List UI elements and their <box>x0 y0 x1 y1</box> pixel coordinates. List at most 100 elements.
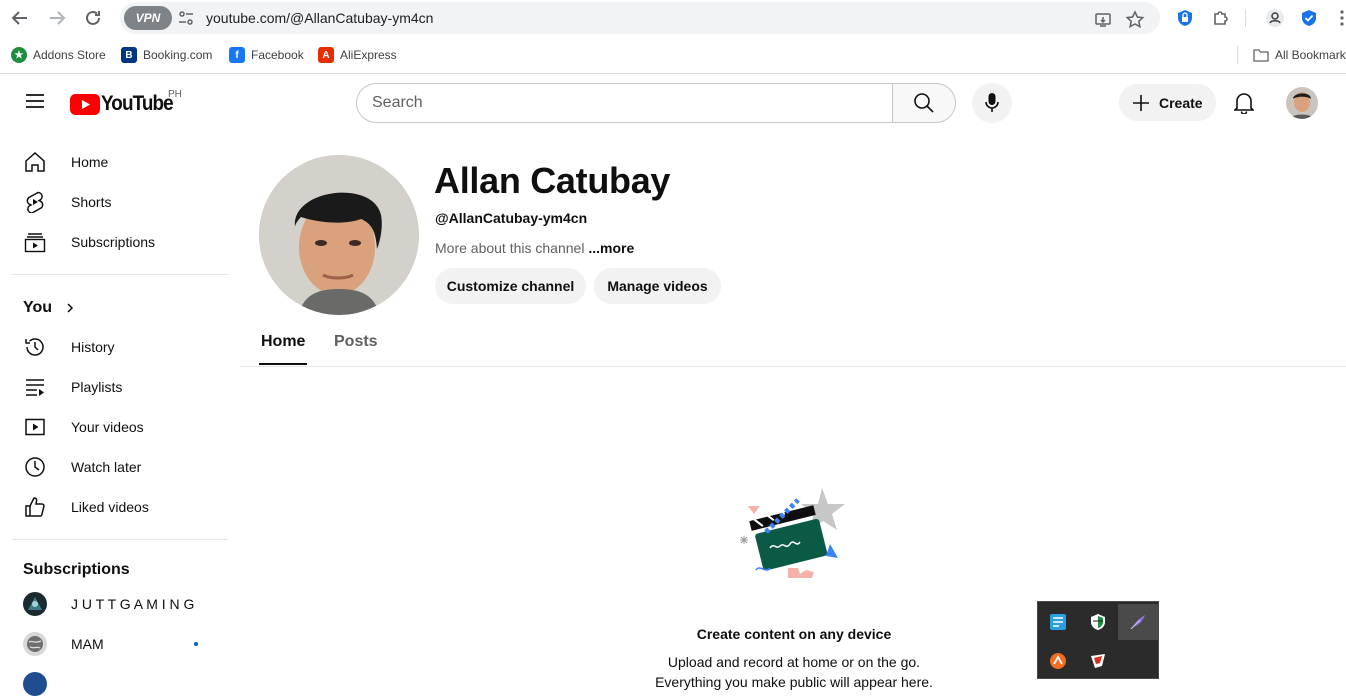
subscription-item-juttgaming[interactable]: J U T T G A M I N G <box>12 584 228 624</box>
back-arrow-icon <box>11 11 27 25</box>
sidebar-item-history[interactable]: History <box>12 327 228 367</box>
tab-home[interactable]: Home <box>261 333 305 351</box>
booking-icon: B <box>121 47 137 63</box>
reload-icon <box>86 10 100 25</box>
vpn-extension-icon[interactable] <box>1174 7 1196 29</box>
search-input[interactable] <box>372 84 872 122</box>
bookmarks-divider <box>1237 46 1238 64</box>
channel-about[interactable]: More about this channel ...more <box>435 240 634 256</box>
empty-state-subtitle: Upload and record at home or on the go. <box>667 654 921 670</box>
sidebar-item-shorts[interactable]: Shorts <box>12 182 228 222</box>
customize-channel-button[interactable]: Customize channel <box>435 268 586 304</box>
tray-feather-icon[interactable] <box>1118 603 1158 641</box>
sidebar-divider <box>12 539 228 540</box>
sidebar-item-your-videos[interactable]: Your videos <box>12 407 228 447</box>
channel-handle: @AllanCatubay-ym4cn <box>435 210 588 226</box>
bookmark-label: Booking.com <box>143 48 213 62</box>
channel-avatar <box>23 632 47 656</box>
bookmark-label: Facebook <box>251 48 304 62</box>
logo-wordmark: YouTube <box>101 92 174 115</box>
sidebar-item-home[interactable]: Home <box>12 142 228 182</box>
channel-avatar[interactable] <box>23 672 47 696</box>
install-app-icon[interactable] <box>1092 9 1114 31</box>
browser-menu-icon[interactable] <box>1331 7 1346 29</box>
history-icon <box>23 335 47 359</box>
bookmark-label: Addons Store <box>33 48 106 62</box>
addons-store-icon: ★ <box>11 47 27 63</box>
sidebar-item-label: Watch later <box>71 459 142 475</box>
site-info-icon[interactable] <box>178 10 194 26</box>
tray-orange-app-icon[interactable] <box>1038 642 1078 680</box>
about-text: More about this channel <box>435 240 585 256</box>
bookmark-booking[interactable]: B Booking.com <box>121 46 212 64</box>
channel-avatar <box>23 592 47 616</box>
create-button[interactable]: Create <box>1119 84 1216 121</box>
sidebar-item-label: Playlists <box>71 379 123 395</box>
bookmark-facebook[interactable]: f Facebook <box>229 46 304 64</box>
sidebar-item-liked-videos[interactable]: Liked videos <box>12 487 228 527</box>
active-tab-underline <box>259 363 307 365</box>
extensions-puzzle-icon[interactable] <box>1210 7 1232 29</box>
subscription-label: MAM <box>71 636 104 652</box>
sidebar-item-subscriptions[interactable]: Subscriptions <box>12 222 228 262</box>
aliexpress-icon: A <box>318 47 334 63</box>
toolbar-divider <box>1245 9 1246 27</box>
forward-button[interactable] <box>45 6 69 30</box>
profile-icon[interactable] <box>1264 7 1286 29</box>
more-link[interactable]: ...more <box>588 240 634 256</box>
url-text[interactable]: youtube.com/@AllanCatubay-ym4cn <box>206 10 433 26</box>
sidebar: Home Shorts Subscriptions You History Pl… <box>0 131 240 696</box>
youtube-header: YouTube PH Create <box>0 75 1346 131</box>
plus-icon <box>1133 94 1149 111</box>
create-content-illustration <box>730 484 860 584</box>
account-avatar[interactable] <box>1286 87 1318 119</box>
voice-search-button[interactable] <box>972 83 1012 123</box>
channel-profile-picture[interactable] <box>259 155 419 315</box>
tray-security-shield-icon[interactable] <box>1078 603 1118 641</box>
search-box[interactable] <box>356 83 893 123</box>
all-bookmarks-label: All Bookmark <box>1275 48 1346 62</box>
back-button[interactable] <box>8 6 32 30</box>
search-icon <box>914 93 934 113</box>
folder-icon <box>1253 49 1269 62</box>
sidebar-item-label: Your videos <box>71 419 144 435</box>
sidebar-item-label: History <box>71 339 115 355</box>
shorts-icon <box>23 190 47 214</box>
tab-posts[interactable]: Posts <box>334 333 378 351</box>
sidebar-divider <box>12 274 228 275</box>
country-code: PH <box>168 89 182 100</box>
reload-button[interactable] <box>81 6 105 30</box>
you-section-heading[interactable]: You <box>23 299 76 317</box>
system-tray-overflow <box>1037 601 1159 679</box>
vpn-badge[interactable]: VPN <box>124 6 172 30</box>
sidebar-item-label: Shorts <box>71 194 112 210</box>
channel-name: Allan Catubay <box>434 160 671 201</box>
tray-red-app-icon[interactable] <box>1078 642 1118 680</box>
bookmark-star-icon[interactable] <box>1124 9 1146 31</box>
bookmark-aliexpress[interactable]: A AliExpress <box>318 46 397 64</box>
chevron-right-icon <box>67 303 74 313</box>
address-bar[interactable]: VPN youtube.com/@AllanCatubay-ym4cn <box>120 2 1160 34</box>
manage-videos-button[interactable]: Manage videos <box>594 268 721 304</box>
subscription-item-mam[interactable]: MAM <box>12 624 228 664</box>
new-content-dot <box>194 642 198 646</box>
empty-state-title: Create content on any device <box>696 626 892 642</box>
tabs-divider <box>240 366 1346 367</box>
notifications-bell-icon[interactable] <box>1230 89 1258 117</box>
subscriptions-heading: Subscriptions <box>23 561 130 578</box>
shield-check-icon[interactable] <box>1298 7 1320 29</box>
liked-videos-icon <box>23 495 47 519</box>
you-heading-label: You <box>23 299 53 316</box>
sidebar-item-label: Subscriptions <box>71 234 156 250</box>
search-button[interactable] <box>892 83 956 123</box>
sidebar-item-playlists[interactable]: Playlists <box>12 367 228 407</box>
watch-later-icon <box>23 455 47 479</box>
bookmark-addons-store[interactable]: ★ Addons Store <box>11 46 106 64</box>
subscription-label: J U T T G A M I N G <box>71 596 195 612</box>
sidebar-item-watch-later[interactable]: Watch later <box>12 447 228 487</box>
tray-app-icon[interactable] <box>1038 603 1078 641</box>
menu-hamburger-icon[interactable] <box>24 93 46 109</box>
youtube-logo[interactable]: YouTube <box>70 92 181 116</box>
all-bookmarks[interactable]: All Bookmark <box>1253 46 1346 64</box>
home-icon <box>23 150 47 174</box>
